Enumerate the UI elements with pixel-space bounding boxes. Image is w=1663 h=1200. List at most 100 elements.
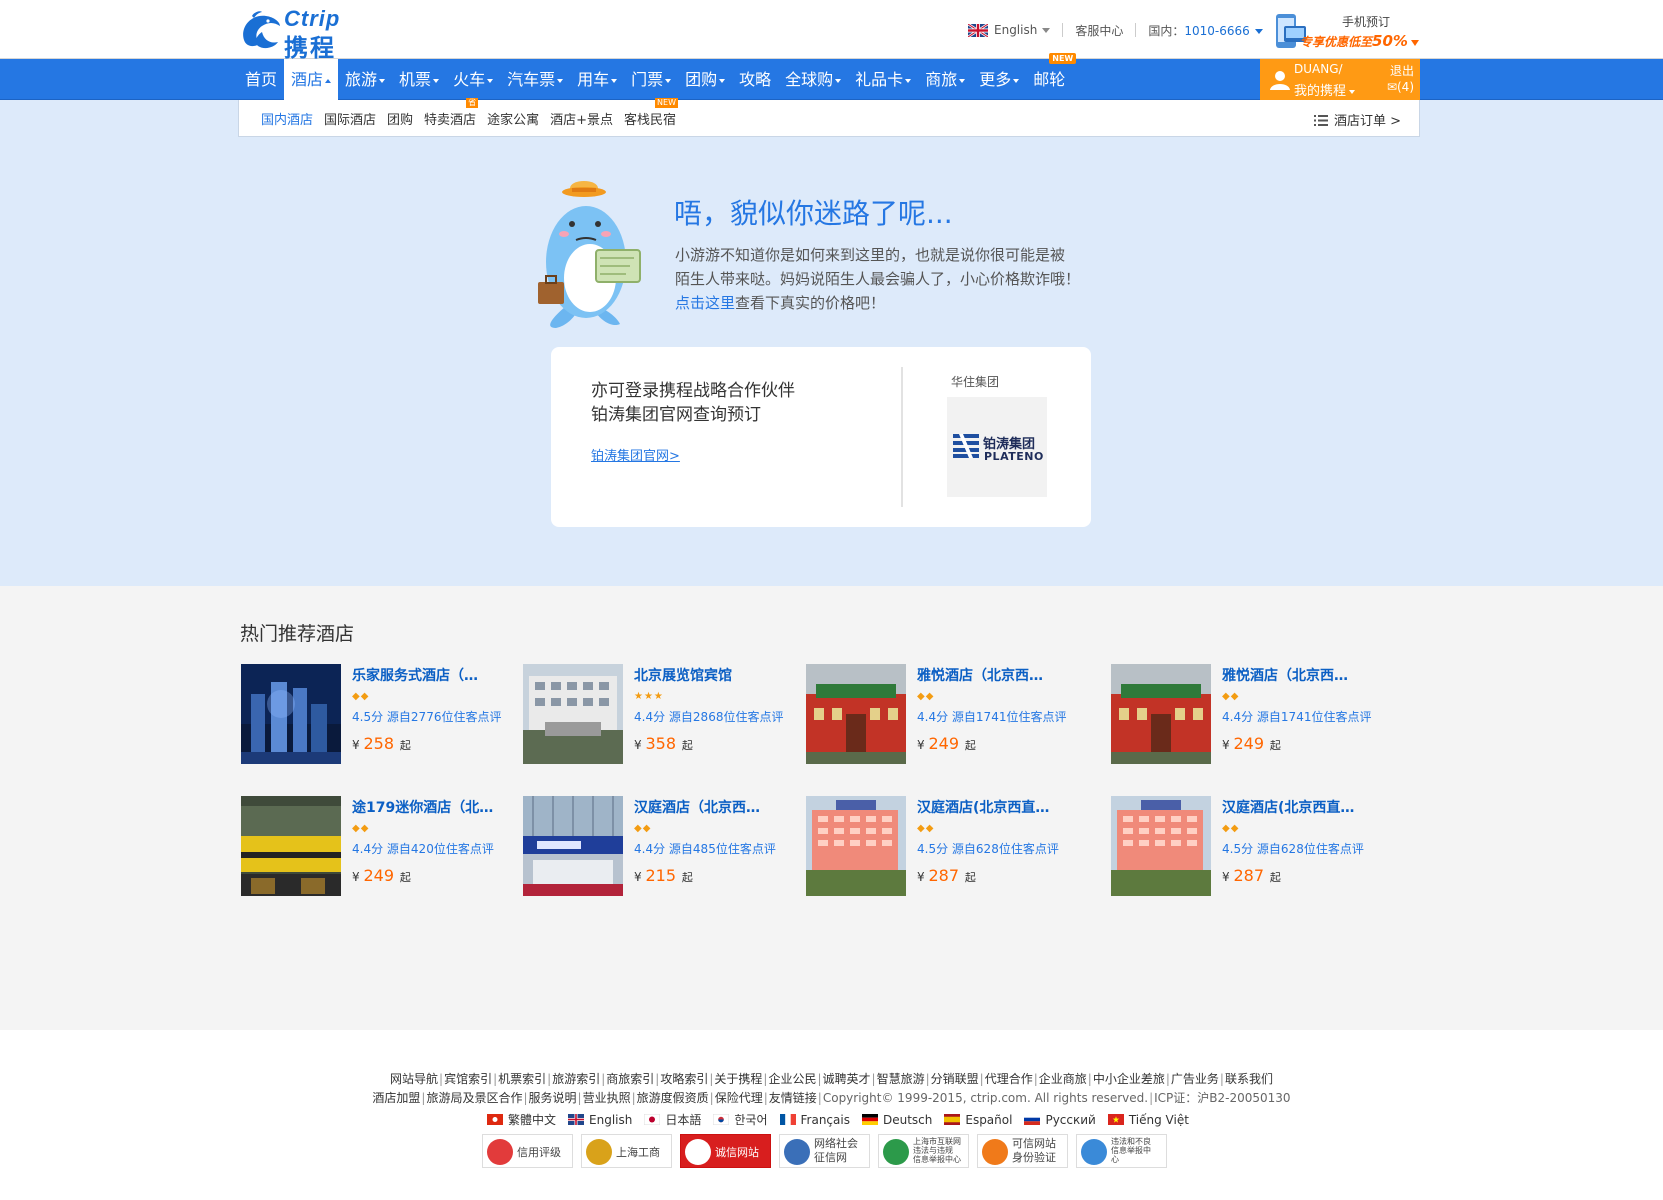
logout-link[interactable]: 退出 xyxy=(1390,62,1414,79)
main-nav-item[interactable]: 邮轮 NEW xyxy=(1026,53,1077,100)
main-nav-item[interactable]: 用车 xyxy=(570,59,624,100)
plateno-logo[interactable]: 铂涛集团 PLATENO xyxy=(947,397,1047,497)
footer-link[interactable]: 网站导航 xyxy=(390,1072,438,1086)
hotel-name[interactable]: 乐家服务式酒店（… xyxy=(352,665,478,685)
footer-link[interactable]: 攻略索引 xyxy=(660,1072,708,1086)
hotel-photo[interactable] xyxy=(806,796,906,896)
click-here-link[interactable]: 点击这里 xyxy=(675,294,735,312)
footer-link[interactable]: 智慧旅游 xyxy=(877,1072,925,1086)
sub-nav-item[interactable]: 特卖酒店 省 xyxy=(424,97,479,128)
footer-link[interactable]: 商旅索引 xyxy=(606,1072,654,1086)
mobile-booking-promo[interactable]: 手机预订 专享优惠低至50% xyxy=(1272,10,1420,52)
hotel-name[interactable]: 汉庭酒店(北京西直… xyxy=(917,797,1049,817)
footer-link[interactable]: 友情链接 xyxy=(769,1091,817,1105)
hotel-photo[interactable] xyxy=(806,664,906,764)
footer-link[interactable]: 诚聘英才 xyxy=(823,1072,871,1086)
trust-badge[interactable]: 诚信网站 xyxy=(680,1134,771,1168)
trust-badge[interactable]: 可信网站 身份验证 xyxy=(977,1134,1068,1168)
sub-nav-item[interactable]: 酒店+景点 xyxy=(550,109,613,128)
ctrip-logo[interactable]: Ctrip 携程 xyxy=(238,6,370,62)
main-nav-item[interactable]: 团购 xyxy=(678,59,732,100)
hotel-name[interactable]: 汉庭酒店(北京西直… xyxy=(1222,797,1354,817)
hotel-name[interactable]: 汉庭酒店（北京西… xyxy=(634,797,760,817)
language-link[interactable]: Español xyxy=(944,1111,1012,1128)
hotel-photo[interactable] xyxy=(241,664,341,764)
language-link[interactable]: Tiếng Việt xyxy=(1107,1111,1189,1128)
hotel-orders-link[interactable]: 酒店订单 > xyxy=(1313,110,1401,129)
hotel-card[interactable]: 雅悦酒店（北京西… ◆◆ 4.4分 源自1741位住客点评 ¥ 249 起 xyxy=(1111,664,1391,764)
footer-link[interactable]: 企业公民 xyxy=(768,1072,816,1086)
my-ctrip-menu[interactable]: 我的携程 xyxy=(1294,80,1356,99)
sub-nav-item[interactable]: 团购 xyxy=(387,109,413,128)
main-nav-item[interactable]: 礼品卡 xyxy=(848,59,918,100)
footer-link[interactable]: 酒店加盟 xyxy=(372,1091,420,1105)
hotel-photo[interactable] xyxy=(1111,664,1211,764)
hotel-card[interactable]: 雅悦酒店（北京西… ◆◆ 4.4分 源自1741位住客点评 ¥ 249 起 xyxy=(806,664,1086,764)
main-nav-item[interactable]: 更多 xyxy=(972,59,1026,100)
main-nav-item[interactable]: 门票 xyxy=(624,59,678,100)
language-link[interactable]: 繁體中文 xyxy=(487,1111,556,1128)
main-nav-item[interactable]: 攻略 xyxy=(732,59,778,100)
hotel-card[interactable]: 乐家服务式酒店（… ◆◆ 4.5分 源自2776位住客点评 ¥ 258 起 xyxy=(241,664,521,764)
hotel-photo[interactable] xyxy=(523,664,623,764)
hotline-selector[interactable]: 国内：1010-6666 xyxy=(1148,22,1263,39)
username[interactable]: DUANG/ xyxy=(1294,62,1343,76)
hotel-name[interactable]: 雅悦酒店（北京西… xyxy=(1222,665,1348,685)
trust-badge[interactable]: 违法和不良 信息举报中 心 xyxy=(1076,1134,1167,1168)
footer-link[interactable]: 代理合作 xyxy=(985,1072,1033,1086)
hotel-card[interactable]: 途179迷你酒店（北… ◆◆ 4.4分 源自420位住客点评 ¥ 249 起 xyxy=(241,796,521,896)
language-link[interactable]: 한국어 xyxy=(712,1111,768,1128)
hotel-photo[interactable] xyxy=(241,796,341,896)
footer-link[interactable]: 中小企业差旅 xyxy=(1093,1072,1165,1086)
main-nav-item[interactable]: 旅游 xyxy=(338,59,392,100)
language-link[interactable]: Русский xyxy=(1024,1111,1096,1128)
hotel-name[interactable]: 北京展览馆宾馆 xyxy=(634,665,732,685)
main-nav-item[interactable]: 全球购 xyxy=(778,59,848,100)
language-selector[interactable]: English xyxy=(994,23,1051,37)
hotel-photo[interactable] xyxy=(1111,796,1211,896)
footer-link[interactable]: 企业商旅 xyxy=(1039,1072,1087,1086)
footer-link[interactable]: 营业执照 xyxy=(583,1091,631,1105)
footer-link[interactable]: 分销联盟 xyxy=(931,1072,979,1086)
main-nav-item[interactable]: 商旅 xyxy=(918,59,972,100)
hotel-name[interactable]: 雅悦酒店（北京西… xyxy=(917,665,1043,685)
language-link[interactable]: English xyxy=(568,1111,632,1128)
main-nav-item[interactable]: 汽车票 xyxy=(500,59,570,100)
sub-nav-item[interactable]: 客栈民宿 NEW xyxy=(624,97,678,128)
language-link[interactable]: Deutsch xyxy=(861,1111,932,1128)
footer-link[interactable]: 保险代理 xyxy=(715,1091,763,1105)
footer-link[interactable]: 联系我们 xyxy=(1225,1072,1273,1086)
trust-badge[interactable]: 上海工商 xyxy=(581,1134,672,1168)
footer-link[interactable]: 宾馆索引 xyxy=(444,1072,492,1086)
main-nav-item[interactable]: 机票 xyxy=(392,59,446,100)
footer-link[interactable]: 服务说明 xyxy=(529,1091,577,1105)
footer-link[interactable]: 机票索引 xyxy=(498,1072,546,1086)
sub-nav-item[interactable]: 国内酒店 xyxy=(261,109,313,128)
plateno-site-link[interactable]: 铂涛集团官网> xyxy=(591,445,680,464)
trust-badge[interactable]: 网络社会 征信网 xyxy=(779,1134,870,1168)
hotel-name[interactable]: 途179迷你酒店（北… xyxy=(352,797,493,817)
main-nav-item[interactable]: 首页 xyxy=(238,59,284,100)
hotel-price: ¥ 215 起 xyxy=(634,866,693,885)
hotel-card[interactable]: 汉庭酒店(北京西直… ◆◆ 4.5分 源自628位住客点评 ¥ 287 起 xyxy=(1111,796,1391,896)
sub-nav-item[interactable]: 途家公寓 xyxy=(487,109,539,128)
footer-link[interactable]: 旅游索引 xyxy=(552,1072,600,1086)
trust-badge[interactable]: 上海市互联网 违法与违规 信息举报中心 xyxy=(878,1134,969,1168)
footer-link[interactable]: 旅游度假资质 xyxy=(637,1091,709,1105)
trust-badge[interactable]: 信用评级 xyxy=(482,1134,573,1168)
sub-nav-item[interactable]: 国际酒店 xyxy=(324,109,376,128)
messages-link[interactable]: ✉(4) xyxy=(1387,80,1414,94)
hotel-card[interactable]: 汉庭酒店（北京西… ◆◆ 4.4分 源自485位住客点评 ¥ 215 起 xyxy=(523,796,803,896)
footer-link[interactable]: 旅游局及景区合作 xyxy=(426,1091,522,1105)
hotel-card[interactable]: 汉庭酒店(北京西直… ◆◆ 4.5分 源自628位住客点评 ¥ 287 起 xyxy=(806,796,1086,896)
footer-link[interactable]: 关于携程 xyxy=(714,1072,762,1086)
service-center-link[interactable]: 客服中心 xyxy=(1075,22,1123,39)
main-nav-item[interactable]: 酒店 xyxy=(284,59,339,100)
language-link[interactable]: 日本語 xyxy=(643,1111,701,1128)
currency-symbol: ¥ xyxy=(917,738,925,752)
hotel-card[interactable]: 北京展览馆宾馆 ★★★ 4.4分 源自2868位住客点评 ¥ 358 起 xyxy=(523,664,803,764)
footer-link[interactable]: 广告业务 xyxy=(1171,1072,1219,1086)
language-link[interactable]: Français xyxy=(779,1111,850,1128)
hotel-photo[interactable] xyxy=(523,796,623,896)
main-nav-item[interactable]: 火车 xyxy=(446,59,500,100)
